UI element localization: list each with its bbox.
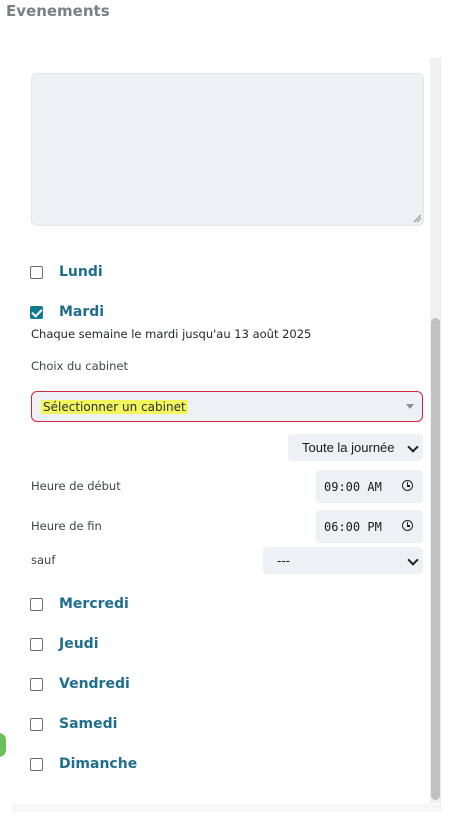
chevron-down-icon	[407, 554, 419, 566]
day-row-mercredi: Mercredi	[30, 594, 129, 614]
day-label-mercredi: Mercredi	[59, 596, 129, 612]
day-row-vendredi: Vendredi	[30, 674, 130, 694]
day-label-mardi: Mardi	[59, 304, 105, 320]
checkbox-mardi[interactable]	[30, 305, 43, 319]
day-row-lundi: Lundi	[30, 262, 103, 282]
chevron-down-icon	[407, 441, 419, 453]
clock-icon[interactable]	[402, 480, 413, 491]
clock-icon[interactable]	[402, 520, 413, 531]
start-time-value: 09:00 AM	[324, 479, 382, 494]
end-time-value: 06:00 PM	[324, 519, 382, 534]
day-mode-select[interactable]: Toute la journée	[288, 434, 423, 461]
checkbox-lundi[interactable]	[30, 265, 43, 279]
recurrence-text: Chaque semaine le mardi jusqu'au 13 août…	[31, 327, 312, 341]
resize-grip-icon[interactable]	[413, 214, 422, 223]
page-title: Evenements	[6, 2, 110, 20]
checkbox-samedi[interactable]	[30, 717, 43, 731]
except-label: sauf	[31, 553, 56, 567]
checkbox-jeudi[interactable]	[30, 637, 43, 651]
cabinet-label: Choix du cabinet	[31, 359, 128, 373]
checkbox-dimanche[interactable]	[30, 757, 43, 771]
day-label-samedi: Samedi	[59, 716, 118, 732]
except-value: ---	[277, 553, 290, 568]
cabinet-select[interactable]: Sélectionner un cabinet	[31, 391, 423, 422]
help-bubble-icon[interactable]	[0, 733, 6, 757]
day-row-mardi: Mardi	[30, 302, 104, 322]
end-time-label: Heure de fin	[31, 519, 102, 533]
end-time-input[interactable]: 06:00 PM	[316, 510, 423, 543]
day-row-jeudi: Jeudi	[30, 634, 99, 654]
day-row-samedi: Samedi	[30, 714, 117, 734]
checkbox-vendredi[interactable]	[30, 677, 43, 691]
day-label-jeudi: Jeudi	[59, 636, 99, 652]
start-time-label: Heure de début	[31, 479, 121, 493]
caret-down-icon	[406, 404, 414, 409]
day-label-vendredi: Vendredi	[59, 676, 130, 692]
event-notes-textarea[interactable]	[31, 73, 424, 226]
day-label-dimanche: Dimanche	[59, 756, 138, 772]
start-time-input[interactable]: 09:00 AM	[316, 470, 423, 503]
cabinet-select-value: Sélectionner un cabinet	[41, 399, 188, 414]
day-mode-value: Toute la journée	[302, 440, 395, 455]
day-label-lundi: Lundi	[59, 264, 103, 280]
checkbox-mercredi[interactable]	[30, 597, 43, 611]
except-select[interactable]: ---	[263, 547, 423, 574]
day-row-dimanche: Dimanche	[30, 754, 137, 774]
scrollbar-thumb[interactable]	[431, 318, 440, 800]
